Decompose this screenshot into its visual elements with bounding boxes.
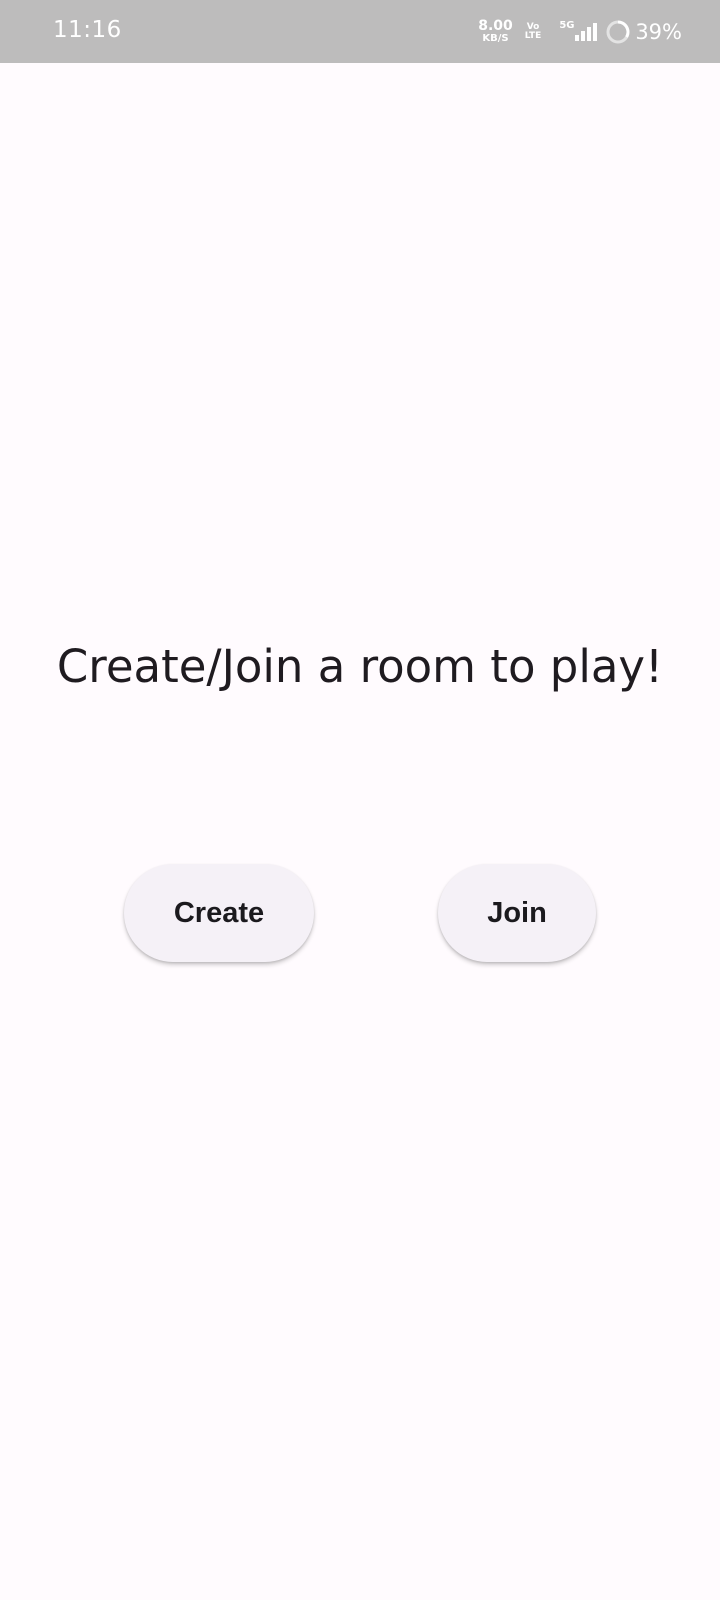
status-bar: 11:16 8.00 KB/S Vo LTE 5G 39% [0, 0, 720, 63]
page-title: Create/Join a room to play! [56, 640, 664, 693]
join-room-button[interactable]: Join [438, 864, 596, 962]
network-speed-unit: KB/S [482, 33, 509, 44]
battery-indicator: 39% [605, 19, 682, 45]
signal-bars-icon [575, 22, 598, 41]
create-room-button[interactable]: Create [124, 864, 314, 962]
status-indicators: 8.00 KB/S Vo LTE 5G 39% [478, 0, 682, 63]
network-speed: 8.00 KB/S [478, 19, 513, 44]
battery-ring-icon [606, 20, 630, 43]
signal-indicator: 5G [555, 17, 598, 47]
battery-percent: 39% [635, 19, 682, 44]
volte-indicator: Vo LTE [524, 22, 542, 41]
status-time: 11:16 [53, 17, 122, 43]
volte-bottom-label: LTE [524, 30, 542, 41]
network-speed-value: 8.00 [478, 18, 513, 34]
